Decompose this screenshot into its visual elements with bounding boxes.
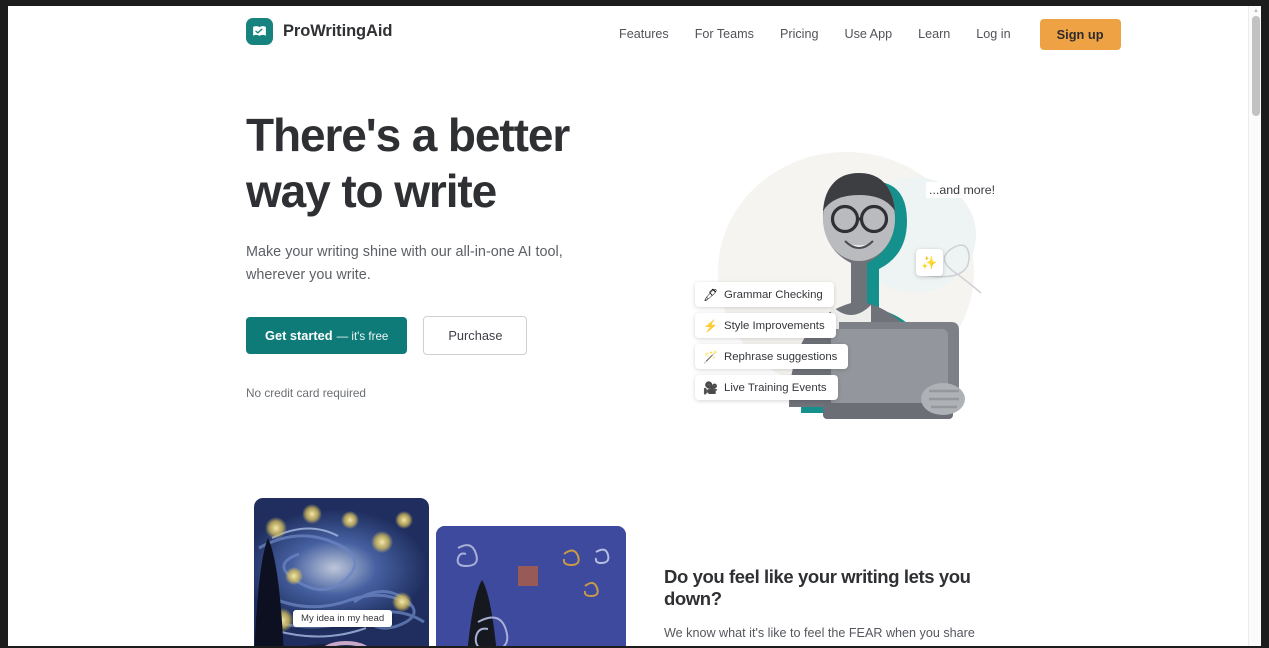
scroll-up-arrow[interactable]: ▲ <box>1253 8 1259 14</box>
video-camera-icon: 🎥 <box>703 380 718 395</box>
feature-card-events[interactable]: 🎥 Live Training Events <box>695 375 838 400</box>
feature-card-grammar[interactable]: 🖋 Grammar Checking <box>695 282 834 307</box>
magic-wand-icon: 🪄 <box>703 349 718 364</box>
hero-subtitle: Make your writing shine with our all-in-… <box>246 244 563 283</box>
hero-copy: There's a better way to write Make your … <box>246 107 606 400</box>
man-with-laptop-illustration: 🖋 Grammar Checking ⚡ Style Improvements … <box>671 107 1031 437</box>
no-credit-card-note: No credit card required <box>246 386 366 400</box>
vertical-scrollbar[interactable]: ▲ <box>1248 6 1261 646</box>
section-heading: Do you feel like your writing lets you d… <box>664 566 971 609</box>
feature-card-label: Rephrase suggestions <box>724 350 838 363</box>
sign-up-button[interactable]: Sign up <box>1039 18 1121 50</box>
feature-card-label: Style Improvements <box>724 319 825 332</box>
feature-card-list: 🖋 Grammar Checking ⚡ Style Improvements … <box>695 282 849 406</box>
purchase-button[interactable]: Purchase <box>423 316 528 355</box>
hero-section: There's a better way to write Make your … <box>8 62 1261 482</box>
simplified-starry-night <box>436 526 626 646</box>
hero-title-line-1: There's a better <box>246 109 570 161</box>
page-title: There's a better way to write <box>246 107 606 219</box>
hero-title-line-2: way to write <box>246 165 497 217</box>
nav-item-features[interactable]: Features <box>606 6 682 62</box>
get-started-label: Get started <box>265 328 333 343</box>
writing-lets-you-down-section: My idea in my head Do you feel like your… <box>8 492 1261 646</box>
sparkles-icon: ✨ <box>916 249 943 276</box>
browser-viewport: ProWritingAid Features For Teams Pricing… <box>8 6 1261 646</box>
feature-card-rephrase[interactable]: 🪄 Rephrase suggestions <box>695 344 849 369</box>
main-navigation: Features For Teams Pricing Use App Learn… <box>606 6 1121 62</box>
section-body: We know what it's like to feel the FEAR … <box>664 626 975 640</box>
feature-card-style[interactable]: ⚡ Style Improvements <box>695 313 836 338</box>
get-started-sublabel: — it's free <box>336 330 389 343</box>
image-caption: My idea in my head <box>293 610 393 627</box>
hero-cta-group: Get started — it's free Purchase <box>246 316 606 355</box>
nav-item-log-in[interactable]: Log in <box>963 6 1023 62</box>
pen-icon: 🖋 <box>703 287 719 302</box>
site-header: ProWritingAid Features For Teams Pricing… <box>8 6 1261 62</box>
nav-item-for-teams[interactable]: For Teams <box>682 6 767 62</box>
brand-logo[interactable]: ProWritingAid <box>246 18 392 45</box>
get-started-button[interactable]: Get started — it's free <box>246 317 408 354</box>
and-more-callout: ...and more! <box>926 182 999 198</box>
feature-card-label: Live Training Events <box>724 381 827 394</box>
nav-item-pricing[interactable]: Pricing <box>767 6 832 62</box>
brand-name: ProWritingAid <box>283 22 393 40</box>
book-check-icon <box>246 18 273 45</box>
nav-item-learn[interactable]: Learn <box>905 6 963 62</box>
scrollbar-thumb[interactable] <box>1252 16 1260 116</box>
feature-card-label: Grammar Checking <box>724 288 823 301</box>
page-content: ProWritingAid Features For Teams Pricing… <box>8 6 1261 646</box>
before-after-artwork: My idea in my head <box>246 498 626 646</box>
nav-item-use-app[interactable]: Use App <box>831 6 905 62</box>
section-copy: Do you feel like your writing lets you d… <box>664 566 1014 646</box>
lightning-icon: ⚡ <box>703 318 718 333</box>
